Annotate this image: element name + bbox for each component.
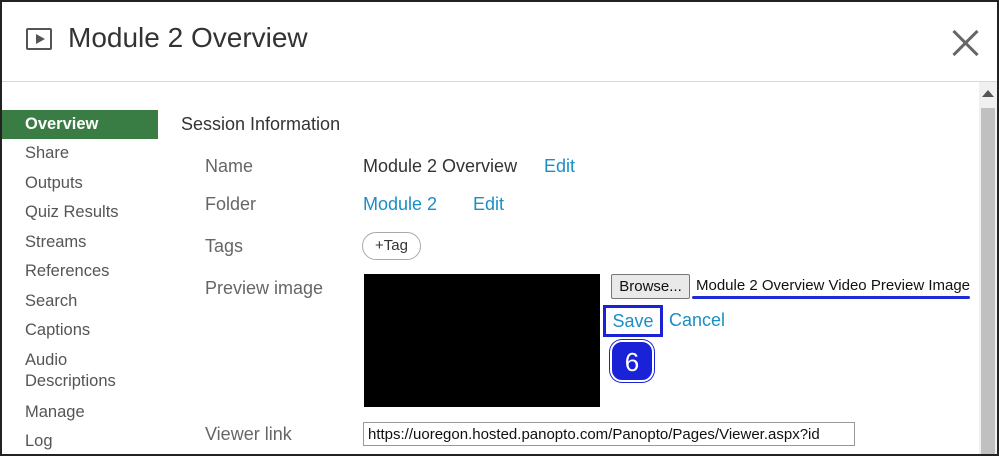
- sidebar-item-manage[interactable]: Manage: [2, 398, 158, 428]
- sidebar-item-streams[interactable]: Streams: [2, 228, 158, 258]
- name-label: Name: [205, 156, 254, 176]
- sidebar-item-log[interactable]: Log: [2, 427, 158, 454]
- scroll-up-icon[interactable]: [982, 90, 994, 97]
- sidebar-nav: Overview Share Outputs Quiz Results Stre…: [2, 110, 158, 454]
- close-icon[interactable]: [948, 26, 982, 60]
- viewer-link-label: Viewer link: [205, 424, 292, 444]
- sidebar-item-outputs[interactable]: Outputs: [2, 169, 158, 199]
- browse-button[interactable]: Browse...: [611, 274, 690, 299]
- scrollbar[interactable]: [979, 82, 997, 454]
- sidebar-item-share[interactable]: Share: [2, 139, 158, 169]
- edit-folder-link[interactable]: Edit: [473, 194, 504, 215]
- tags-label: Tags: [205, 236, 244, 256]
- page-title: Module 2 Overview: [68, 22, 308, 53]
- selected-file-name: Module 2 Overview Video Preview Image: [696, 277, 971, 294]
- sidebar-item-references[interactable]: References: [2, 257, 158, 287]
- preview-image: [364, 274, 600, 407]
- step-number: 6: [624, 347, 640, 377]
- play-icon: [26, 28, 52, 50]
- add-tag-button[interactable]: +Tag: [362, 232, 421, 260]
- sidebar-item-audio-descriptions[interactable]: Audio Descriptions: [2, 346, 158, 398]
- preview-image-label: Preview image: [205, 278, 324, 298]
- sidebar-item-captions[interactable]: Captions: [2, 316, 158, 346]
- viewer-link-input[interactable]: [363, 422, 855, 446]
- folder-link[interactable]: Module 2: [363, 194, 437, 215]
- step-badge: 6: [610, 340, 654, 382]
- folder-label: Folder: [205, 194, 257, 214]
- sidebar-item-overview[interactable]: Overview: [2, 110, 158, 139]
- edit-name-link[interactable]: Edit: [544, 156, 575, 177]
- save-button[interactable]: Save: [603, 305, 663, 337]
- session-name-value: Module 2 Overview: [363, 156, 518, 176]
- scroll-thumb[interactable]: [981, 108, 995, 454]
- sidebar-item-search[interactable]: Search: [2, 287, 158, 317]
- file-name-underline: [692, 296, 970, 299]
- cancel-link[interactable]: Cancel: [669, 310, 725, 331]
- dialog-header: Module 2 Overview: [2, 2, 997, 82]
- section-title: Session Information: [181, 114, 341, 134]
- sidebar-item-quiz-results[interactable]: Quiz Results: [2, 198, 158, 228]
- session-dialog: Module 2 Overview Overview Share Outputs…: [0, 0, 999, 456]
